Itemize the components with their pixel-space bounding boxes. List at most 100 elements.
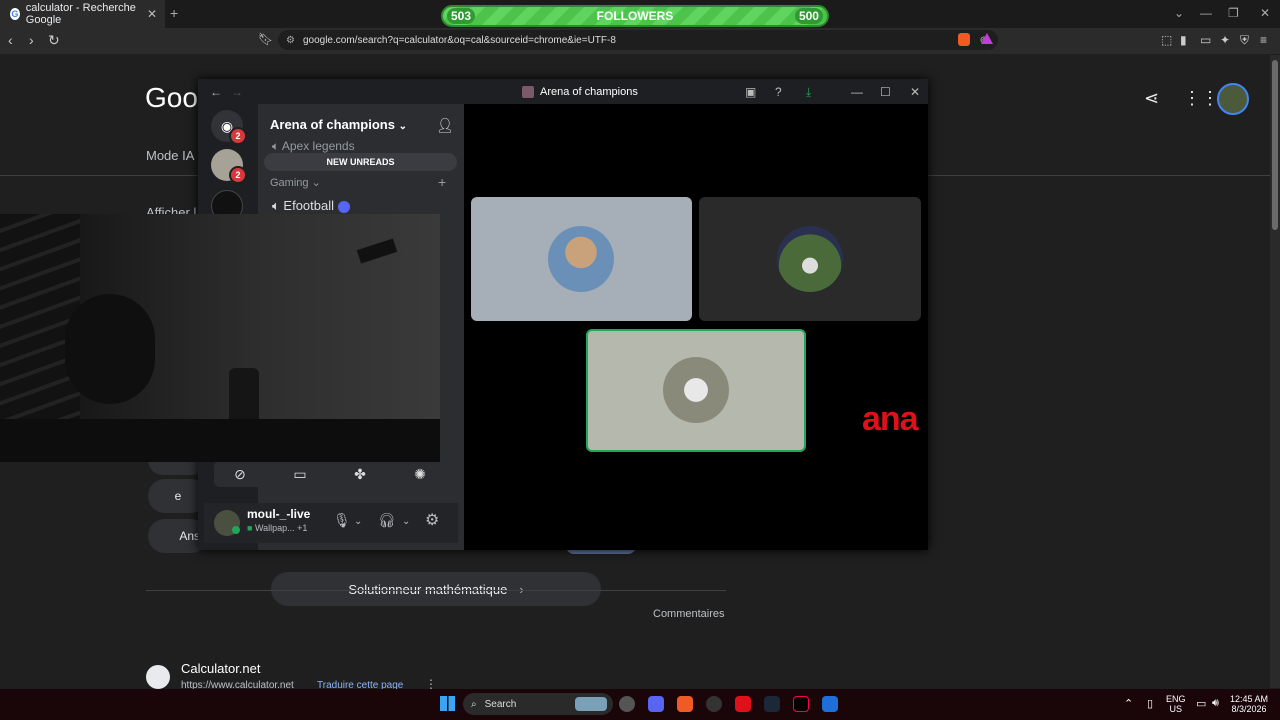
app-taskbar-icon-1[interactable] bbox=[706, 696, 722, 712]
reload-icon[interactable]: ↻ bbox=[48, 32, 60, 49]
sidebar-icon[interactable]: ▮ bbox=[1180, 33, 1187, 47]
account-avatar[interactable] bbox=[1217, 83, 1249, 115]
url-text: google.com/search?q=calculator&oq=cal&so… bbox=[302, 34, 616, 46]
tiktok-taskbar-icon[interactable] bbox=[793, 696, 809, 712]
apps-grid-icon[interactable]: ⋮⋮ bbox=[1183, 88, 1219, 109]
tab-mode-ia[interactable]: Mode IA bbox=[146, 148, 194, 163]
taskbar-search[interactable]: ⌕ Search bbox=[463, 693, 613, 715]
discord-close-icon[interactable]: ✕ bbox=[910, 85, 920, 99]
server-thumbnail-icon bbox=[522, 85, 534, 98]
home-unread-badge: 2 bbox=[229, 127, 247, 145]
forward-icon[interactable]: › bbox=[29, 32, 34, 48]
chevron-right-icon: › bbox=[519, 581, 524, 597]
pill-e-label: e bbox=[174, 489, 182, 503]
brave-rewards-icon[interactable] bbox=[981, 33, 993, 44]
discord-titlebar: Arena of champions bbox=[198, 79, 928, 104]
discord-minimize-icon[interactable]: — bbox=[851, 85, 863, 99]
tab-close-icon[interactable]: ✕ bbox=[147, 7, 157, 21]
language-indicator[interactable]: ENG US bbox=[1166, 694, 1186, 714]
discord-taskbar-icon[interactable] bbox=[648, 696, 664, 712]
participant-avatar-2 bbox=[777, 226, 843, 292]
wallet-icon[interactable]: ▭ bbox=[1200, 33, 1211, 47]
menu-icon[interactable]: ≡ bbox=[1260, 33, 1267, 47]
site-info-icon[interactable]: ⚙ bbox=[286, 35, 295, 46]
download-icon[interactable]: ⤓ bbox=[806, 85, 811, 100]
close-window-button[interactable]: ✕ bbox=[1260, 6, 1270, 20]
chevron-down-icon: ⌄ bbox=[398, 121, 407, 132]
share-icon[interactable]: ⋖ bbox=[1144, 88, 1159, 109]
obs-icon[interactable] bbox=[619, 696, 635, 712]
search-highlight-icon bbox=[575, 697, 607, 711]
steam-taskbar-icon[interactable] bbox=[764, 696, 780, 712]
microphone-icon[interactable]: 🎙︎ bbox=[333, 512, 351, 529]
math-solver-button[interactable]: Solutionneur mathématique › bbox=[271, 572, 601, 606]
minimize-button[interactable]: — bbox=[1200, 6, 1212, 20]
channel-apex-legends[interactable]: 🔈︎ Apex legends bbox=[272, 139, 355, 154]
followers-label: FOLLOWERS bbox=[596, 9, 674, 23]
category-gaming[interactable]: Gaming ⌄ bbox=[270, 176, 321, 189]
new-unreads-pill[interactable]: NEW UNREADS bbox=[264, 153, 457, 171]
mic-options-chevron-icon[interactable]: ⌄ bbox=[354, 516, 362, 527]
wall-mount bbox=[356, 238, 398, 264]
tab-search-button[interactable]: ⌄ bbox=[1174, 6, 1184, 20]
headphones-icon[interactable]: 🎧︎ bbox=[378, 512, 396, 529]
result-title[interactable]: Calculator.net bbox=[181, 661, 261, 676]
user-status: ■ Wallpap... +1 bbox=[247, 523, 308, 533]
volume-icon[interactable]: 🔊︎ bbox=[1212, 697, 1219, 710]
webcam-overlay bbox=[0, 214, 440, 462]
server-unread-badge: 2 bbox=[229, 166, 247, 184]
bookmark-icon[interactable]: 🔖︎ bbox=[258, 32, 273, 46]
page-scrollbar-thumb[interactable] bbox=[1272, 60, 1278, 230]
desk bbox=[0, 419, 440, 462]
clock[interactable]: 12:45 AM 8/3/2026 bbox=[1230, 694, 1268, 714]
followers-current: 503 bbox=[447, 8, 476, 24]
discord-maximize-icon[interactable]: ☐ bbox=[880, 85, 891, 99]
app-taskbar-icon-2[interactable] bbox=[735, 696, 751, 712]
screen-share-button[interactable]: ▭ bbox=[274, 461, 326, 487]
tab-calculator[interactable]: G calculator - Recherche Google ✕ bbox=[0, 0, 165, 28]
headphones-object bbox=[65, 294, 155, 404]
brave-shield-icon[interactable] bbox=[958, 33, 970, 46]
soundboard-button[interactable]: ✺ bbox=[394, 461, 446, 487]
camera-off-button[interactable]: ⊘ bbox=[214, 461, 266, 487]
feedback-link[interactable]: Commentaires bbox=[653, 608, 725, 620]
maximize-button[interactable]: ❐ bbox=[1228, 6, 1239, 20]
windows-start-icon[interactable] bbox=[440, 696, 455, 711]
taskbar-search-label: Search bbox=[484, 698, 517, 710]
followers-goal: 500 bbox=[794, 8, 823, 24]
calculator-net-favicon-icon bbox=[146, 665, 170, 689]
participant-avatar-1 bbox=[548, 226, 614, 292]
overlay-ana-text: ana bbox=[862, 400, 919, 438]
followers-goal-bar: 503 FOLLOWERS 500 bbox=[441, 5, 829, 27]
discord-back-icon[interactable]: ← bbox=[210, 85, 222, 99]
network-icon[interactable]: ▭ bbox=[1196, 697, 1206, 710]
audio-options-chevron-icon[interactable]: ⌄ bbox=[402, 516, 410, 527]
invite-people-icon[interactable]: 👤︎ bbox=[436, 117, 454, 134]
online-status-icon bbox=[232, 526, 240, 534]
brave-taskbar-icon[interactable] bbox=[677, 696, 693, 712]
extensions-icon[interactable]: ⬚ bbox=[1161, 33, 1172, 47]
help-icon[interactable]: ? bbox=[775, 85, 782, 99]
channel-activity-icon bbox=[337, 200, 350, 213]
user-panel bbox=[204, 503, 458, 543]
math-solver-label: Solutionneur mathématique bbox=[348, 581, 508, 597]
server-name-header[interactable]: Arena of champions ⌄ bbox=[270, 117, 407, 132]
vpn-icon[interactable]: ⛨ bbox=[1240, 33, 1249, 48]
create-channel-icon[interactable]: + bbox=[438, 174, 446, 190]
app-taskbar-icon-3[interactable] bbox=[822, 696, 838, 712]
user-settings-gear-icon[interactable]: ⚙ bbox=[425, 510, 439, 530]
tab-title: calculator - Recherche Google bbox=[25, 2, 136, 26]
pill-ans-label: Ans bbox=[179, 529, 200, 543]
leo-ai-icon[interactable]: ✦ bbox=[1220, 33, 1230, 47]
discord-forward-icon[interactable]: → bbox=[231, 85, 243, 99]
tray-overflow-icon[interactable]: ⌃ bbox=[1124, 697, 1133, 710]
address-bar[interactable]: ⚙ google.com/search?q=calculator&oq=cal&… bbox=[278, 30, 998, 50]
activities-button[interactable]: ✤ bbox=[334, 461, 386, 487]
game-icon: ■ bbox=[247, 523, 253, 533]
back-icon[interactable]: ‹ bbox=[8, 32, 13, 48]
new-tab-button[interactable]: + bbox=[170, 5, 178, 21]
inbox-icon[interactable]: ▣ bbox=[745, 85, 756, 99]
tray-app-icon[interactable]: ▯ bbox=[1147, 697, 1153, 710]
search-icon: ⌕ bbox=[471, 698, 477, 710]
channel-efootball[interactable]: 🔈︎ Efootball bbox=[272, 198, 350, 214]
